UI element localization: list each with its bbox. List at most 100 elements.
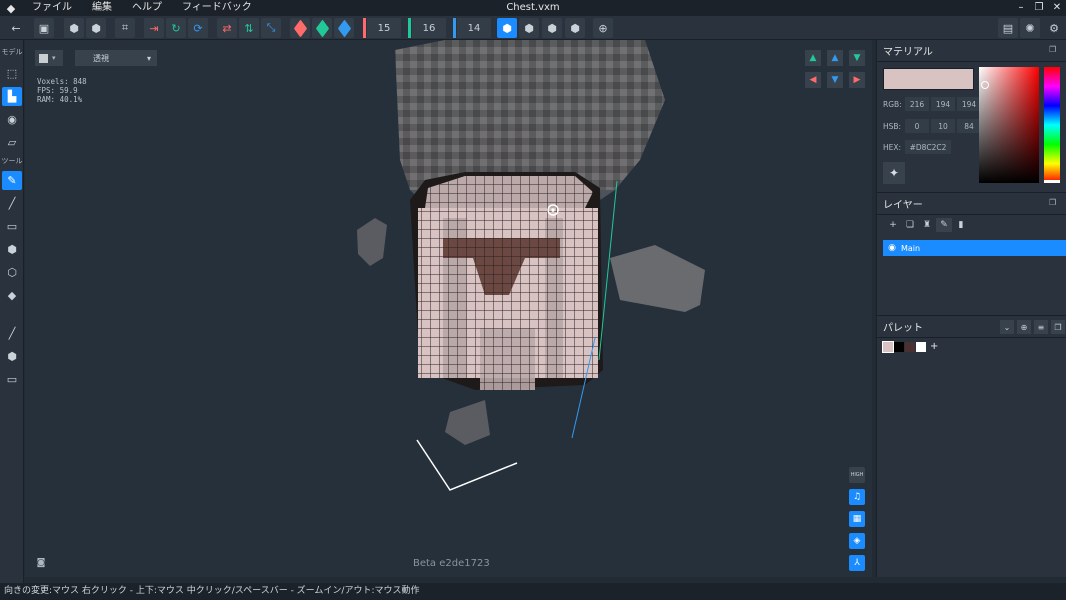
layer-row-main[interactable]: ◉ Main [883,240,1066,256]
eye-icon[interactable]: ◉ [883,243,901,253]
view-cube-icon[interactable]: ⬢ [497,18,517,38]
menu-icon[interactable]: ≡ [1034,320,1048,334]
material-title: マテリアル [883,47,933,58]
duplicate-layer-icon[interactable]: ❏ [902,218,918,232]
flip-z-icon[interactable]: ⤡ [261,18,281,38]
menu-feedback[interactable]: フィードバック [172,0,262,16]
rgb-g-field[interactable]: 194 [931,97,955,111]
hex-field[interactable]: #D8C2C2 [905,140,951,154]
voxel-count: Voxels: 848 [37,77,87,86]
light-icon[interactable]: ✺ [1020,18,1040,38]
axes-icon[interactable]: ⅄ [849,555,865,571]
menu-edit[interactable]: 編集 [82,0,122,16]
import-model-icon[interactable]: ⬢ [64,18,84,38]
popout-icon[interactable]: ❐ [1049,198,1061,210]
hsb-h-field[interactable]: 0 [905,119,929,133]
export-icon[interactable]: ⇥ [144,18,164,38]
select-icon[interactable]: ⬚ [2,64,22,83]
app-logo-icon[interactable]: ◆ [0,2,22,15]
size-z-field[interactable]: 14 [457,18,491,38]
hue-slider-handle[interactable] [1044,180,1060,183]
view-front-icon[interactable]: ⬢ [519,18,539,38]
save-icon[interactable]: ▣ [34,18,54,38]
material-color-preview[interactable] [883,68,974,90]
popout-icon[interactable]: ❐ [1051,320,1065,334]
rectangle-icon[interactable]: ▭ [2,217,22,236]
popout-icon[interactable]: ❐ [1049,45,1061,57]
x-axis-marker [363,18,366,38]
minimize-icon[interactable]: – [1012,0,1030,16]
grid-view-icon[interactable]: ▦ [849,511,865,527]
eraser-icon[interactable]: ▱ [2,133,22,152]
edit-layer-icon[interactable]: ✎ [936,218,952,232]
bell-icon[interactable]: ♫ [849,489,865,505]
view-mode-dropdown: ▾ 透視 ▾ [35,50,157,66]
quality-high-button[interactable]: HIGH [849,467,865,483]
paint-palette-icon[interactable]: ◉ [2,110,22,129]
crop-icon[interactable]: ⌗ [115,18,135,38]
extrude-icon[interactable]: ⬡ [2,263,22,282]
palette-swatch[interactable] [916,341,926,352]
palette-swatch[interactable] [905,341,915,352]
chevron-down-icon[interactable]: ⌄ [1000,320,1014,334]
menu-file[interactable]: ファイル [22,0,82,16]
palette-swatch[interactable] [882,340,894,353]
projection-dropdown[interactable]: 透視 ▾ [75,50,157,66]
view-side-icon[interactable]: ⬢ [542,18,562,38]
add-color-icon[interactable]: + [930,341,938,352]
nav-down-green-icon[interactable]: ▼ [849,50,865,66]
back-icon[interactable]: ← [6,18,26,38]
nav-right-icon[interactable]: ▶ [849,72,865,88]
viewport-3d[interactable]: ▾ 透視 ▾ Voxels: 848 FPS: 59.9 RAM: 40.1% … [25,40,872,577]
voxel-add-icon[interactable]: ▙ [2,87,22,106]
menu-help[interactable]: ヘルプ [122,0,172,16]
camera-icon[interactable]: ◙ [33,556,49,570]
saturation-value-picker[interactable] [979,67,1039,183]
left-sidebar: モデル ⬚ ▙ ◉ ▱ ツール ✎ ╱ ▭ ⬢ ⬡ ◆ ╱ ⬢ ▭ [0,40,24,583]
palette-swatch[interactable] [894,341,904,352]
maximize-icon[interactable]: ❐ [1030,0,1048,16]
sparkle-icon[interactable]: ✦ [883,162,905,184]
target-icon[interactable]: ⊕ [593,18,613,38]
line-icon[interactable]: ╱ [2,194,22,213]
rotate-icon[interactable]: ⟳ [188,18,208,38]
monitor-icon[interactable]: ▭ [2,370,22,389]
rgb-r-field[interactable]: 216 [905,97,929,111]
hsb-b-field[interactable]: 84 [957,119,981,133]
hue-slider[interactable] [1044,67,1060,183]
undo-loop-icon[interactable]: ↻ [166,18,186,38]
merge-layer-icon[interactable]: ♜ [919,218,935,232]
hex-row: HEX: #D8C2C2 [883,140,951,154]
nav-down-blue-icon[interactable]: ▼ [827,72,843,88]
size-x-field[interactable]: 15 [367,18,401,38]
zoom-icon[interactable]: ⊕ [1017,320,1031,334]
voxel-shape-icon[interactable]: ⬢ [2,347,22,366]
blue-cube-icon[interactable] [334,18,354,38]
red-cube-icon[interactable] [290,18,310,38]
color-picker-cursor[interactable] [981,81,989,89]
nav-left-icon[interactable]: ◀ [805,72,821,88]
size-y-field[interactable]: 16 [412,18,446,38]
close-icon[interactable]: ✕ [1048,0,1066,16]
menu-bar: ◆ ファイル 編集 ヘルプ フィードバック Chest.vxm – ❐ ✕ [0,0,1066,16]
eyedropper-icon[interactable]: ╱ [2,324,22,343]
y-axis-marker [408,18,411,38]
export-model-icon[interactable]: ⬢ [86,18,106,38]
nav-up-green-icon[interactable]: ▲ [805,50,821,66]
add-layer-icon[interactable]: + [885,218,901,232]
box-icon[interactable]: ⬢ [2,240,22,259]
nav-up-blue-icon[interactable]: ▲ [827,50,843,66]
layers-view-icon[interactable]: ◈ [849,533,865,549]
render-icon[interactable]: ▤ [998,18,1018,38]
delete-layer-icon[interactable]: ▮ [953,218,969,232]
settings-gear-icon[interactable]: ⚙ [1044,18,1064,38]
fill-bucket-icon[interactable]: ◆ [2,286,22,305]
pencil-icon[interactable]: ✎ [2,171,22,190]
view-swatch-dropdown[interactable]: ▾ [35,50,63,66]
green-cube-icon[interactable] [312,18,332,38]
flip-x-icon[interactable]: ⇄ [217,18,237,38]
view-top-icon[interactable]: ⬢ [565,18,585,38]
rgb-b-field[interactable]: 194 [957,97,981,111]
hsb-s-field[interactable]: 10 [931,119,955,133]
flip-y-icon[interactable]: ⇅ [239,18,259,38]
